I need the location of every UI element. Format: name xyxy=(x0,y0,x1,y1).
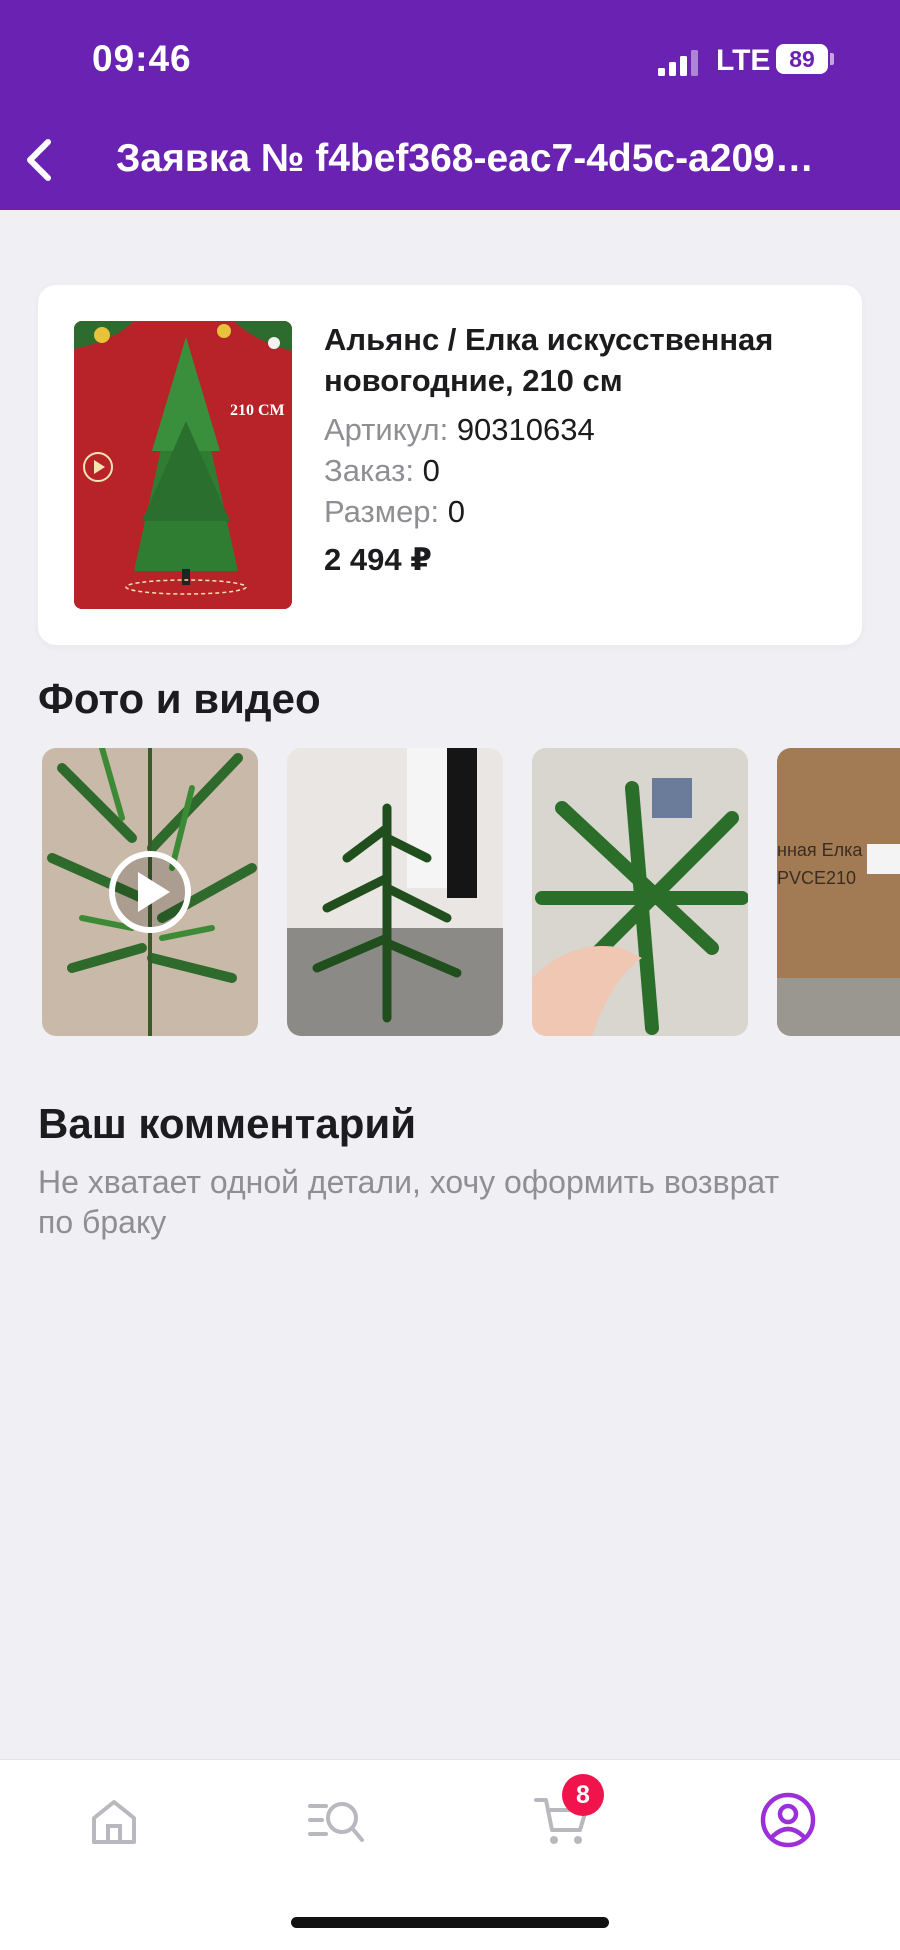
product-info: Альянс / Елка искусственная новогодние, … xyxy=(324,319,834,578)
status-bar: 09:46 LTE 89 xyxy=(0,0,900,120)
media-photo-thumb[interactable] xyxy=(532,748,748,1036)
product-card[interactable]: 210 CM Альянс / Елка искусственная новог… xyxy=(38,285,862,645)
order-row: Заказ: 0 xyxy=(324,450,834,491)
image-size-label: 210 CM xyxy=(230,402,285,419)
status-time: 09:46 xyxy=(92,38,192,79)
box-text-1: нная Елка xyxy=(777,840,863,860)
network-label: LTE xyxy=(716,44,771,77)
media-gallery[interactable]: нная Елка PVCE210 xyxy=(0,748,900,1040)
comment-title: Ваш комментарий xyxy=(38,1100,417,1147)
product-price: 2 494 ₽ xyxy=(324,542,432,577)
cart-badge: 8 xyxy=(562,1774,604,1816)
battery-icon: 89 xyxy=(776,44,828,74)
article-label: Артикул: xyxy=(324,412,449,447)
product-image[interactable]: 210 CM xyxy=(74,321,292,609)
media-photo-thumb[interactable] xyxy=(287,748,503,1036)
media-photo-thumb[interactable]: нная Елка PVCE210 xyxy=(777,748,900,1036)
order-label: Заказ: xyxy=(324,453,414,488)
box-text-2: PVCE210 xyxy=(777,868,856,888)
christmas-tree-image: 210 CM xyxy=(74,321,292,609)
home-icon[interactable] xyxy=(84,1790,144,1850)
signal-icon xyxy=(658,50,698,76)
order-value: 0 xyxy=(422,453,440,488)
app-header: 09:46 LTE 89 Заявка № f4bef368-eac7-4d5c… xyxy=(0,0,900,210)
size-row: Размер: 0 xyxy=(324,491,834,532)
home-indicator xyxy=(291,1917,609,1928)
size-value: 0 xyxy=(447,494,466,529)
comment-text: Не хватает одной детали, хочу оформить в… xyxy=(38,1164,780,1240)
media-section-title: Фото и видео xyxy=(38,675,321,722)
profile-icon[interactable] xyxy=(758,1790,818,1850)
catalog-search-icon[interactable] xyxy=(306,1790,366,1850)
media-video-thumb[interactable] xyxy=(42,748,258,1036)
page-title: Заявка № f4bef368-eac7-4d5c-a209… xyxy=(116,137,814,180)
article-value: 90310634 xyxy=(456,412,595,447)
back-arrow-icon[interactable] xyxy=(16,132,64,188)
product-name[interactable]: Альянс / Елка искусственная новогодние, … xyxy=(324,319,834,401)
size-label: Размер: xyxy=(324,494,440,529)
article-row: Артикул: 90310634 xyxy=(324,409,834,450)
battery-tip xyxy=(830,53,834,65)
